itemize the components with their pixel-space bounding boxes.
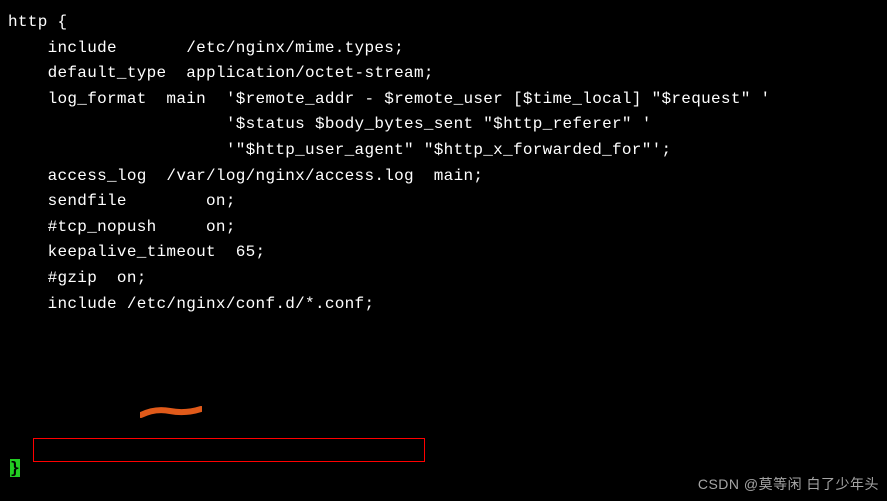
terminal-cursor: } bbox=[10, 459, 20, 477]
terminal-output[interactable]: http { include /etc/nginx/mime.types; de… bbox=[0, 0, 887, 317]
code-line: log_format main '$remote_addr - $remote_… bbox=[8, 87, 879, 113]
code-line: include /etc/nginx/mime.types; bbox=[8, 36, 879, 62]
code-line: include /etc/nginx/conf.d/*.conf; bbox=[8, 292, 879, 318]
code-line: sendfile on; bbox=[8, 189, 879, 215]
code-line: '$status $body_bytes_sent "$http_referer… bbox=[8, 112, 879, 138]
annotation-underline-icon bbox=[140, 406, 202, 420]
code-line: #gzip on; bbox=[8, 266, 879, 292]
code-line: http { bbox=[8, 10, 879, 36]
code-line: access_log /var/log/nginx/access.log mai… bbox=[8, 164, 879, 190]
code-line: default_type application/octet-stream; bbox=[8, 61, 879, 87]
code-line: '"$http_user_agent" "$http_x_forwarded_f… bbox=[8, 138, 879, 164]
annotation-highlight-box bbox=[33, 438, 425, 462]
code-line: #tcp_nopush on; bbox=[8, 215, 879, 241]
watermark-text: CSDN @莫等闲 白了少年头 bbox=[698, 473, 879, 495]
code-line: keepalive_timeout 65; bbox=[8, 240, 879, 266]
